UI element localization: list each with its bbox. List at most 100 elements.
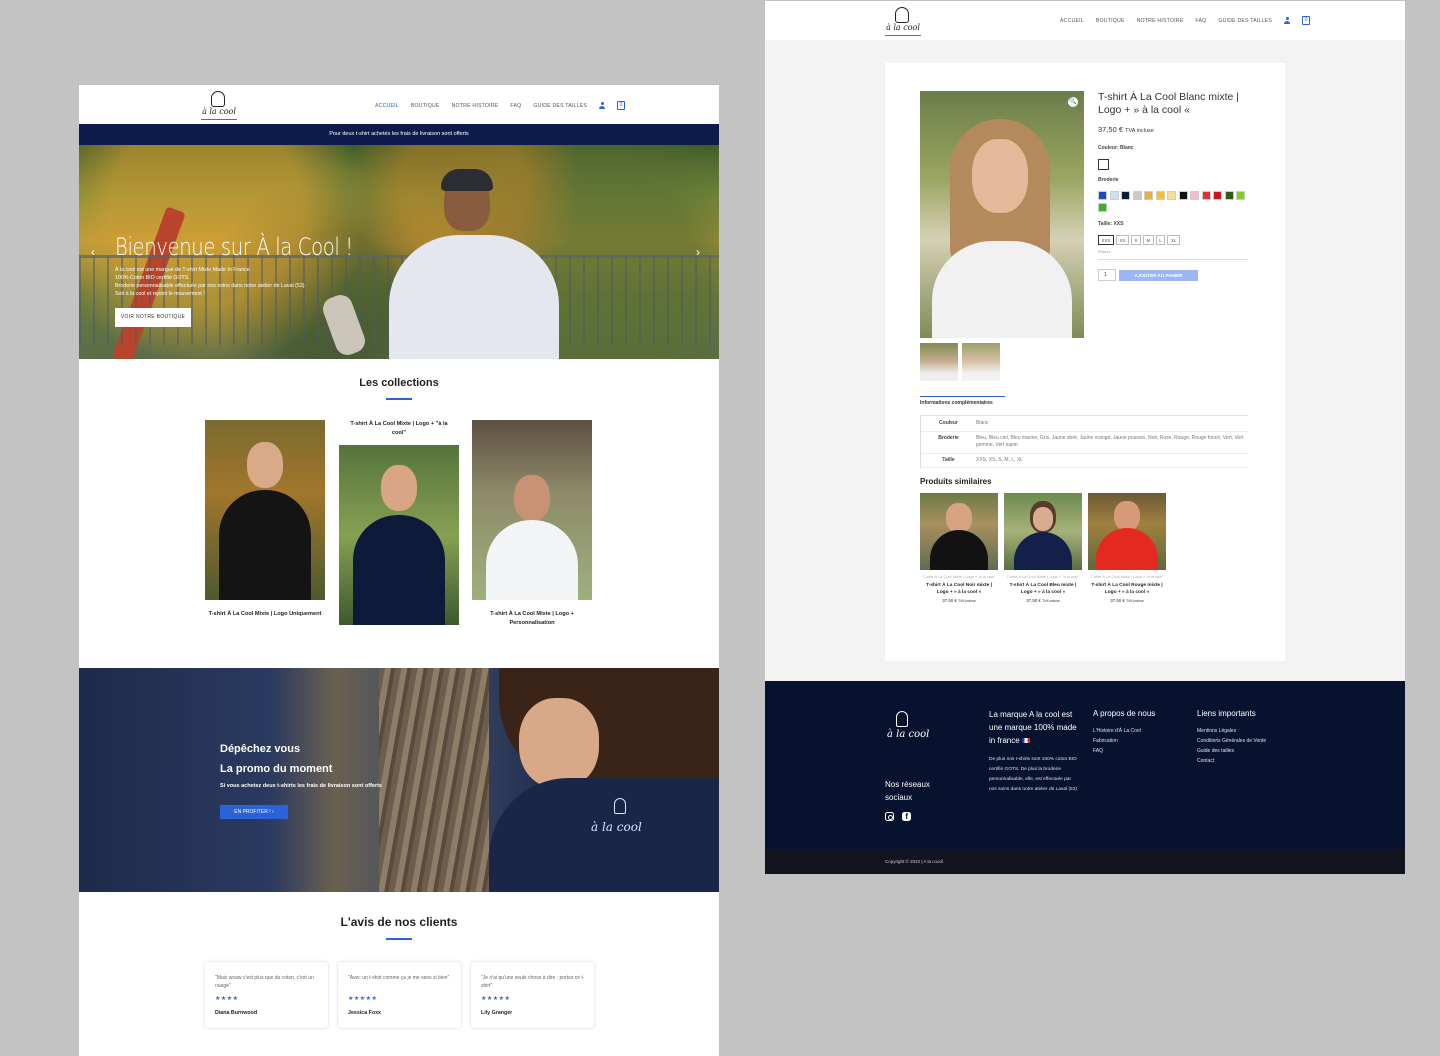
nav-guide-des-tailles[interactable]: GUIDE DES TAILLES: [1218, 18, 1272, 24]
broderie-label: Broderie: [1098, 177, 1119, 183]
table-row: Broderie Bleu, Bleu ciel, Bleu marine, G…: [921, 432, 1248, 454]
slider-prev-arrow[interactable]: ‹: [91, 245, 95, 259]
collection-name[interactable]: T-shirt À La Cool Mixte | Logo Uniquemen…: [205, 610, 325, 619]
nav-accueil[interactable]: ACCUEIL: [375, 103, 399, 109]
hero-slider: ‹ › Bienvenue sur À la Cool ! À la cool …: [79, 145, 719, 359]
similar-product-card[interactable]: T-shirt À La Cool Mixte | Logo + "à la c…: [1004, 493, 1082, 603]
collection-card[interactable]: T-shirt À La Cool Mixte | Logo + Personn…: [472, 420, 592, 628]
user-account-icon[interactable]: [1284, 17, 1291, 24]
add-to-cart-button[interactable]: AJOUTER AU PANIER: [1119, 270, 1198, 281]
size-option[interactable]: S: [1131, 235, 1142, 245]
size-option[interactable]: L: [1155, 235, 1166, 245]
collection-name[interactable]: T-shirt À La Cool Mixte | Logo + Personn…: [472, 610, 592, 628]
footer-link[interactable]: FAQ: [1093, 746, 1183, 756]
review-card: "Mais woaw c'est plus que du coton, c'es…: [204, 961, 329, 1029]
similar-products-title: Produits similaires: [920, 477, 992, 486]
facebook-icon[interactable]: [902, 812, 911, 821]
footer-brand: La marque A la cool est une marque 100% …: [989, 710, 1077, 792]
similar-product-photo: [1004, 493, 1082, 570]
quantity-input[interactable]: 1: [1098, 269, 1116, 281]
clear-selection-link[interactable]: Effacer: [1098, 250, 1110, 254]
similar-product-card[interactable]: T-shirt À La Cool Mixte | Logo + "à la c…: [920, 493, 998, 603]
broderie-color-swatch[interactable]: [1132, 191, 1142, 200]
cart-icon[interactable]: 0: [617, 101, 626, 110]
main-nav: ACCUEIL BOUTIQUE NOTRE HISTOIRE FAQ GUID…: [375, 101, 626, 110]
footer-links: Liens importants Mentions Légales Condit…: [1197, 709, 1297, 766]
hero-photo-person: [389, 169, 559, 359]
review-quote: "Mais woaw c'est plus que du coton, c'es…: [215, 975, 314, 989]
collection-card[interactable]: T-shirt À La Cool Mixte | Logo Uniquemen…: [205, 420, 325, 619]
footer-link[interactable]: Fabrication: [1093, 736, 1183, 746]
product-main-image[interactable]: 🔍: [920, 91, 1084, 338]
footer-link[interactable]: Mentions Légales: [1197, 726, 1297, 736]
footer-link[interactable]: Contact: [1197, 756, 1297, 766]
logo[interactable]: à la cool: [199, 89, 239, 121]
broderie-color-swatch[interactable]: [1155, 191, 1165, 200]
broderie-color-swatch[interactable]: [1109, 191, 1119, 200]
broderie-color-swatch[interactable]: [1236, 191, 1245, 200]
review-author: Diana Burnwood: [215, 1010, 258, 1016]
size-option[interactable]: M: [1143, 235, 1154, 245]
review-author: Jessica Foxx: [348, 1010, 381, 1016]
broderie-color-swatch[interactable]: [1224, 191, 1234, 200]
slider-next-arrow[interactable]: ›: [696, 245, 700, 259]
star-rating-icon: ★★★★: [215, 996, 239, 1002]
review-quote: "Avec un t-shirt comme ça je me sens si …: [348, 975, 450, 981]
shop-button[interactable]: VOIR NOTRE BOUTIQUE: [115, 308, 191, 327]
peace-hand-icon: [895, 7, 909, 23]
collections-header: Les collections: [79, 377, 719, 400]
collection-name[interactable]: T-shirt À La Cool Mixte | Logo + "à la c…: [339, 420, 459, 438]
logo-text: à la cool: [202, 107, 236, 116]
broderie-color-swatch[interactable]: [1178, 191, 1188, 200]
size-option[interactable]: XXS: [1098, 235, 1115, 245]
footer-link[interactable]: L'Histoire d'À La Cool: [1093, 726, 1183, 736]
collection-photo: [472, 420, 592, 600]
footer-about: A propos de nous L'Histoire d'À La Cool …: [1093, 709, 1183, 756]
broderie-color-swatch[interactable]: [1121, 191, 1130, 200]
footer-link[interactable]: Guide des tailles: [1197, 746, 1297, 756]
collection-photo: [205, 420, 325, 600]
nav-faq[interactable]: FAQ: [1195, 18, 1206, 24]
peace-hand-icon: [614, 798, 626, 814]
header: à la cool ACCUEIL BOUTIQUE NOTRE HISTOIR…: [79, 85, 719, 124]
broderie-color-swatch[interactable]: [1201, 191, 1211, 200]
nav-notre-histoire[interactable]: NOTRE HISTOIRE: [1137, 18, 1184, 24]
nav-notre-histoire[interactable]: NOTRE HISTOIRE: [452, 103, 499, 109]
instagram-icon[interactable]: [885, 812, 894, 821]
size-option[interactable]: XS: [1116, 235, 1130, 245]
logo[interactable]: à la cool: [883, 5, 923, 37]
nav-guide-des-tailles[interactable]: GUIDE DES TAILLES: [533, 103, 587, 109]
footer-link[interactable]: Conditions Générales de Vente: [1197, 736, 1297, 746]
product-thumbnail[interactable]: [920, 343, 958, 381]
broderie-color-swatch[interactable]: [1098, 191, 1107, 200]
collection-card[interactable]: T-shirt À La Cool Mixte | Logo + "à la c…: [339, 420, 459, 625]
broderie-color-swatch[interactable]: [1213, 191, 1222, 200]
broderie-swatches: [1098, 191, 1248, 212]
broderie-color-swatch[interactable]: [1144, 191, 1153, 200]
collection-photo: [339, 445, 459, 625]
nav-boutique[interactable]: BOUTIQUE: [411, 103, 440, 109]
nav-faq[interactable]: FAQ: [510, 103, 521, 109]
footer-logo[interactable]: à la cool: [887, 711, 929, 740]
size-option[interactable]: XL: [1167, 235, 1180, 245]
color-swatch-blanc[interactable]: [1098, 159, 1109, 170]
broderie-color-swatch[interactable]: [1098, 202, 1107, 212]
similar-product-photo: [1088, 493, 1166, 570]
user-account-icon[interactable]: [599, 102, 606, 109]
cart-icon[interactable]: 0: [1302, 16, 1311, 25]
zoom-icon[interactable]: 🔍: [1068, 97, 1078, 107]
broderie-color-swatch[interactable]: [1190, 191, 1199, 200]
footer-socials: Nos réseaux sociaux: [885, 778, 945, 821]
review-quote: "Je n'ai qu'une seule chose à dire : por…: [481, 975, 585, 989]
nav-boutique[interactable]: BOUTIQUE: [1096, 18, 1125, 24]
broderie-color-swatch[interactable]: [1167, 191, 1176, 200]
size-selector: XXS XS S M L XL: [1098, 235, 1180, 245]
tab-informations[interactable]: Informations complémentaires: [920, 400, 993, 406]
nav-accueil[interactable]: ACCUEIL: [1060, 18, 1084, 24]
product-thumbnail[interactable]: [962, 343, 1000, 381]
similar-product-photo: [920, 493, 998, 570]
product-title: T-shirt À La Cool Blanc mixte | Logo + »…: [1098, 91, 1240, 116]
header: à la cool ACCUEIL BOUTIQUE NOTRE HISTOIR…: [765, 1, 1405, 40]
similar-product-card[interactable]: T-shirt À La Cool Mixte | Logo + "à la c…: [1088, 493, 1166, 603]
promo-button[interactable]: EN PROFITER ! ›: [220, 805, 288, 819]
